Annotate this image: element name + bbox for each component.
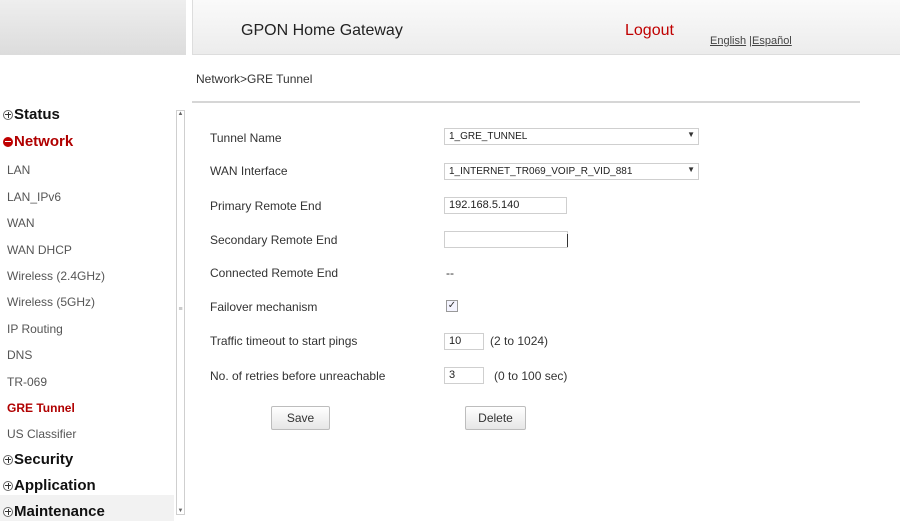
sidebar-item-wireless-24ghz[interactable]: Wireless (2.4GHz) <box>7 269 105 283</box>
retries-input[interactable]: 3 <box>444 367 484 384</box>
sidebar-item-us-classifier[interactable]: US Classifier <box>7 427 76 441</box>
sidebar-item-wan-dhcp[interactable]: WAN DHCP <box>7 243 72 257</box>
divider <box>192 101 860 103</box>
expand-icon <box>3 506 13 517</box>
retries-label: No. of retries before unreachable <box>210 369 386 383</box>
tunnel-name-label: Tunnel Name <box>210 131 282 145</box>
scroll-up-arrow-icon[interactable]: ▲ <box>177 111 184 117</box>
sidebar-item-lan[interactable]: LAN <box>7 163 30 177</box>
language-links: English |Español <box>710 35 792 47</box>
traffic-timeout-input[interactable]: 10 <box>444 333 484 350</box>
retries-hint: (0 to 100 sec) <box>494 369 568 383</box>
sidebar-item-lan-ipv6[interactable]: LAN_IPv6 <box>7 190 61 204</box>
delete-button[interactable]: Delete <box>465 406 526 430</box>
sidebar-section-application[interactable]: Application <box>3 477 96 494</box>
sidebar-section-status[interactable]: Status <box>3 106 60 123</box>
sidebar-section-label: Status <box>14 106 60 123</box>
text-cursor <box>567 234 568 247</box>
sidebar-item-wireless-5ghz[interactable]: Wireless (5GHz) <box>7 295 95 309</box>
sidebar-item-wan[interactable]: WAN <box>7 216 35 230</box>
tunnel-name-select[interactable]: 1_GRE_TUNNEL ▼ <box>444 128 699 145</box>
expand-icon <box>3 480 13 491</box>
traffic-timeout-label: Traffic timeout to start pings <box>210 334 358 348</box>
sidebar-item-gre-tunnel[interactable]: GRE Tunnel <box>7 401 75 415</box>
sidebar-scrollbar[interactable]: ▲ ≡ ▼ <box>176 110 185 515</box>
sidebar-item-tr069[interactable]: TR-069 <box>7 375 47 389</box>
app-title: GPON Home Gateway <box>241 22 403 39</box>
secondary-remote-end-input[interactable] <box>444 231 568 248</box>
logout-link[interactable]: Logout <box>625 22 674 40</box>
primary-remote-end-label: Primary Remote End <box>210 199 322 213</box>
sidebar-section-security[interactable]: Security <box>3 451 73 468</box>
connected-remote-end-label: Connected Remote End <box>210 266 339 280</box>
sidebar-header <box>0 0 186 55</box>
sidebar-section-label: Maintenance <box>14 503 105 520</box>
expand-icon <box>3 109 13 120</box>
sidebar-section-maintenance[interactable]: Maintenance <box>3 503 105 520</box>
lang-english-link[interactable]: English <box>710 35 746 47</box>
sidebar-item-ip-routing[interactable]: IP Routing <box>7 322 63 336</box>
wan-interface-value: 1_INTERNET_TR069_VOIP_R_VID_881 <box>449 166 633 177</box>
failover-mechanism-checkbox[interactable]: ✓ <box>446 300 458 312</box>
sidebar-section-label: Security <box>14 451 74 468</box>
scroll-down-arrow-icon[interactable]: ▼ <box>177 508 184 514</box>
scroll-grip-icon[interactable]: ≡ <box>177 306 184 313</box>
sidebar-section-label: Network <box>14 133 74 150</box>
top-banner: GPON Home Gateway Logout English |Españo… <box>192 0 900 55</box>
sidebar: Status Network LAN LAN_IPv6 WAN WAN DHCP… <box>0 100 186 523</box>
dropdown-arrow-icon: ▼ <box>687 130 695 139</box>
connected-remote-end-value: -- <box>446 266 454 280</box>
breadcrumb: Network>GRE Tunnel <box>196 72 313 86</box>
primary-remote-end-input[interactable]: 192.168.5.140 <box>444 197 567 214</box>
wan-interface-select[interactable]: 1_INTERNET_TR069_VOIP_R_VID_881 ▼ <box>444 163 699 180</box>
sidebar-item-dns[interactable]: DNS <box>7 348 32 362</box>
failover-mechanism-label: Failover mechanism <box>210 300 318 314</box>
sidebar-section-label: Application <box>14 477 96 494</box>
secondary-remote-end-label: Secondary Remote End <box>210 233 338 247</box>
expand-icon <box>3 454 13 465</box>
collapse-icon <box>3 136 13 147</box>
lang-spanish-link[interactable]: Español <box>752 35 792 47</box>
traffic-timeout-hint: (2 to 1024) <box>490 334 549 348</box>
sidebar-section-network[interactable]: Network <box>3 133 73 150</box>
dropdown-arrow-icon: ▼ <box>687 165 695 174</box>
wan-interface-label: WAN Interface <box>210 164 288 178</box>
save-button[interactable]: Save <box>271 406 330 430</box>
tunnel-name-value: 1_GRE_TUNNEL <box>449 131 528 142</box>
